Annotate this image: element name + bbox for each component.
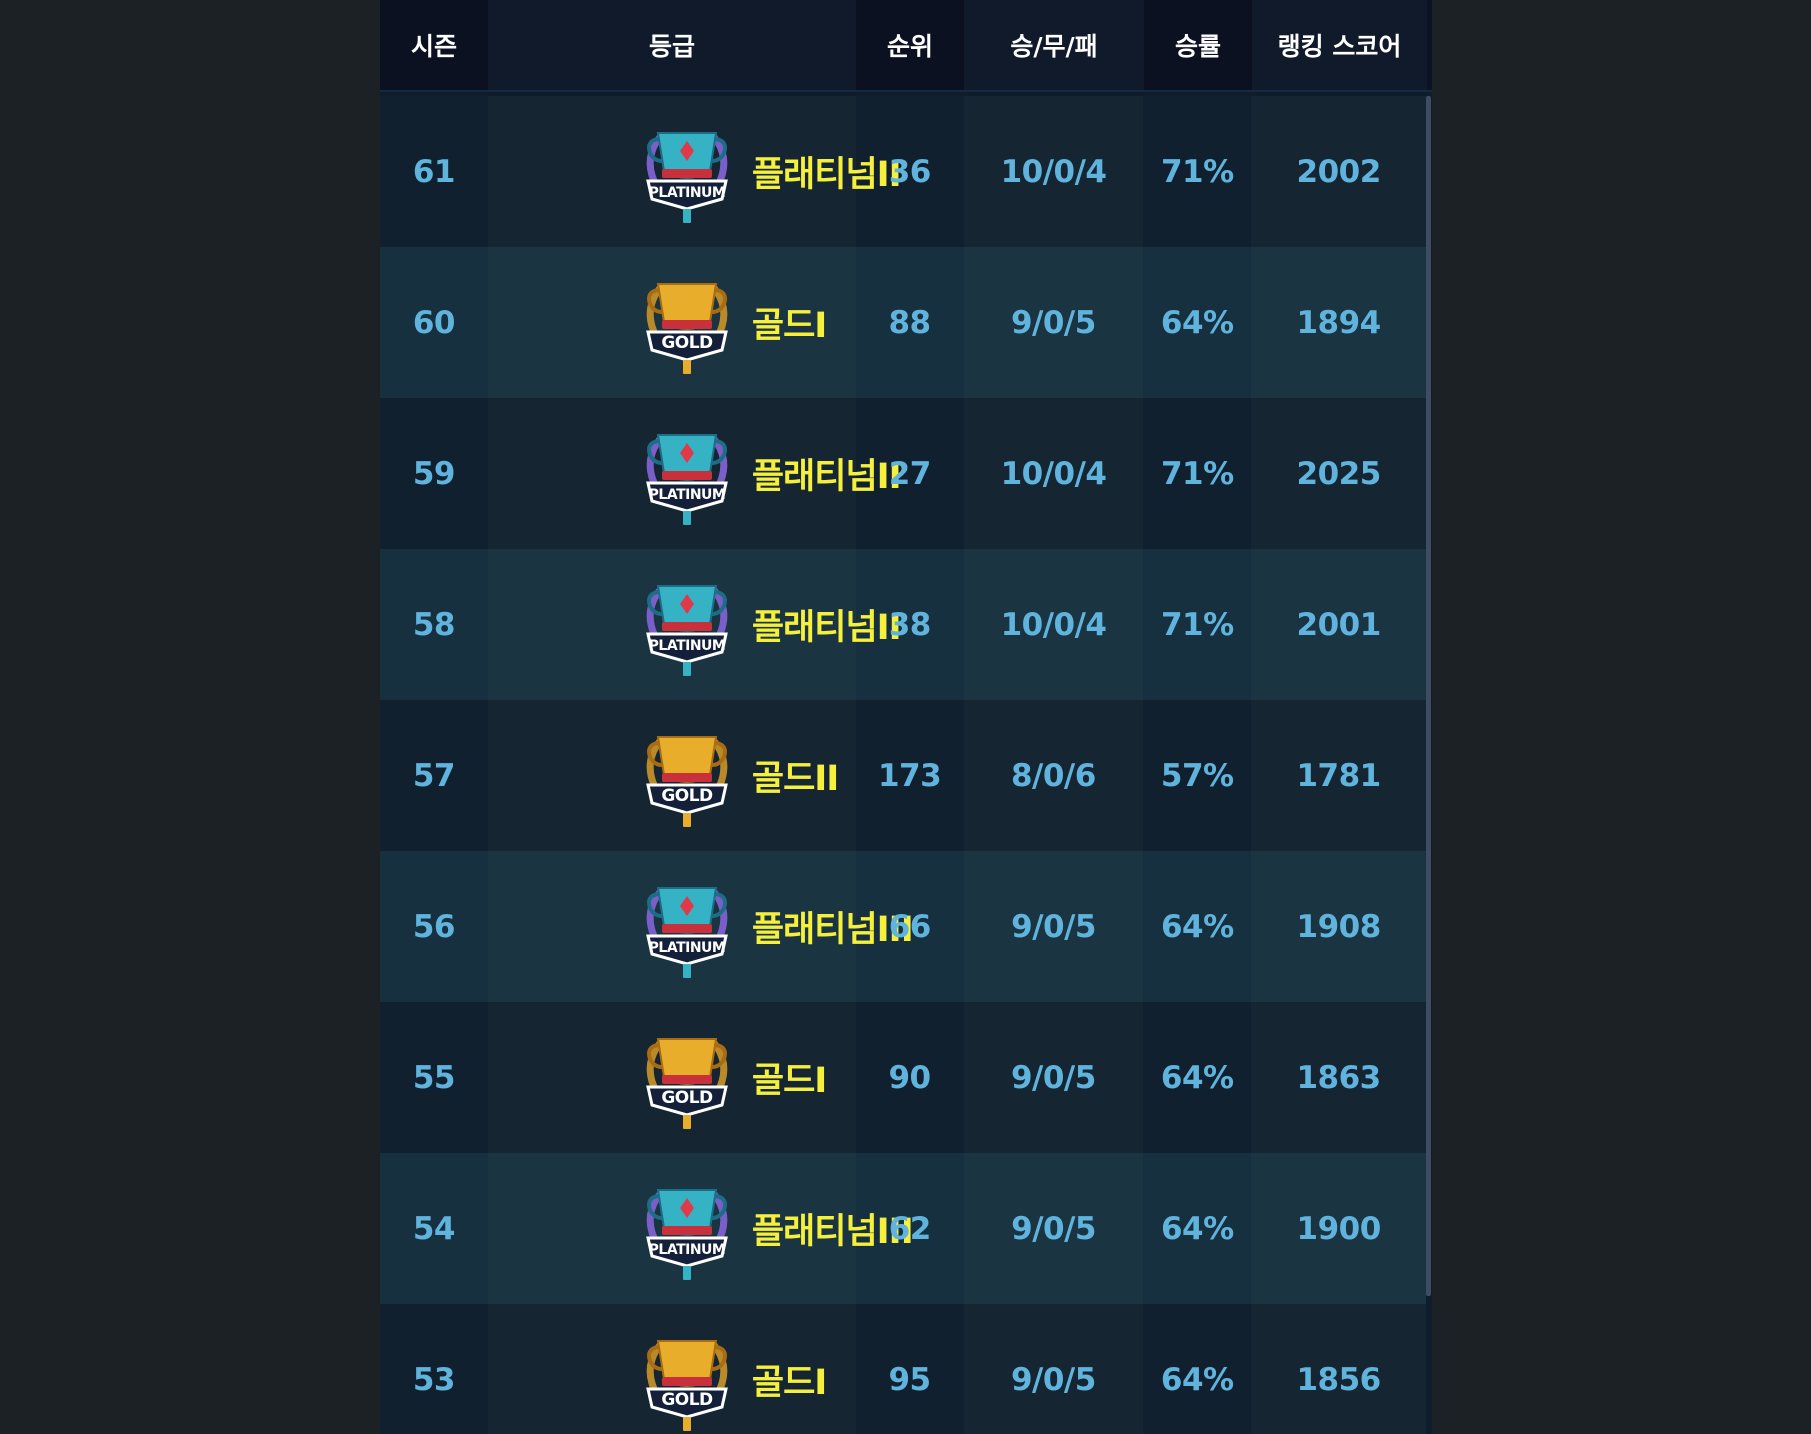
gold-emblem-icon: GOLD [646,735,728,827]
record-cell: 9/0/5 [964,1304,1144,1434]
table-row: 58 PLATINUM 플래티넘II 38 10/0/4 71% 2001 [380,549,1426,700]
rank-cell: 66 [888,908,932,945]
svg-text:GOLD: GOLD [661,1390,713,1410]
platinum-emblem-icon: PLATINUM [645,584,728,676]
win-rate-cell: 64% [1160,1361,1234,1398]
rank-cell: 90 [888,1059,931,1096]
win-rate-cell: 57% [1160,757,1234,794]
grade-cell: PLATINUM 플래티넘II [488,398,902,549]
svg-text:PLATINUM: PLATINUM [648,1242,725,1258]
table-row: 54 PLATINUM 플래티넘III 62 9/0/5 64% 1900 [380,1153,1426,1304]
table-row: 56 PLATINUM 플래티넘III 66 9/0/5 64% 1908 [380,851,1426,1002]
header-rank: 순위 [856,0,964,90]
season-cell: 56 [412,908,456,945]
season-cell: 61 [412,153,456,190]
record-cell: 9/0/5 [1011,908,1096,945]
grade-cell: PLATINUM 플래티넘III [488,851,914,1002]
rank-cell: 95 [888,1361,931,1398]
season-history-table: 시즌 등급 순위 승/무/패 승률 랭킹 스코어 61 PLATINUM 플래티… [380,0,1432,1434]
header-win-rate: 승률 [1144,0,1252,90]
record-cell: 9/0/5 [964,1002,1144,1153]
tier-name: 골드I [751,306,827,346]
win-rate-cell: 64% [1160,908,1234,945]
win-rate-cell: 71% [1160,153,1234,190]
svg-text:PLATINUM: PLATINUM [648,940,725,956]
table-row: 61 PLATINUM 플래티넘II 36 10/0/4 71% 2002 [380,96,1426,247]
gold-emblem-icon: GOLD [646,282,728,374]
rank-cell: 173 [877,757,942,794]
grade-cell: GOLD 골드I [488,1002,856,1153]
ranking-score-cell: 2025 [1251,398,1426,549]
grade-cell: PLATINUM 플래티넘III [488,1153,914,1304]
grade-cell: GOLD 골드I [488,247,856,398]
season-cell: 59 [412,455,456,492]
header-ranking-score: 랭킹 스코어 [1252,0,1427,90]
rank-cell: 36 [888,153,932,190]
gold-emblem-icon: GOLD [646,1339,728,1431]
ranking-score-cell: 1908 [1296,908,1382,945]
table-row: 53 GOLD 골드I 95 9/0/5 64% 1856 [380,1304,1426,1434]
platinum-emblem-icon: PLATINUM [645,433,728,525]
season-cell: 57 [412,757,456,794]
record-cell: 9/0/5 [1011,1210,1096,1247]
scrollbar[interactable] [1426,96,1431,1296]
record-cell: 9/0/5 [1010,304,1096,341]
svg-text:PLATINUM: PLATINUM [648,487,725,503]
win-rate-cell: 71% [1160,606,1234,643]
rank-cell: 88 [888,304,931,341]
win-rate-cell: 64% [1160,1210,1234,1247]
grade-cell: PLATINUM 플래티넘II [488,549,902,700]
svg-text:GOLD: GOLD [661,786,713,806]
season-cell: 53 [412,1361,456,1398]
record-cell: 10/0/4 [1000,606,1107,643]
record-cell: 8/0/6 [964,700,1144,851]
ranking-score-cell: 1856 [1251,1304,1426,1434]
header-season: 시즌 [380,0,488,90]
record-cell: 10/0/4 [964,398,1144,549]
platinum-emblem-icon: PLATINUM [645,886,728,978]
table-header: 시즌 등급 순위 승/무/패 승률 랭킹 스코어 [380,0,1432,92]
tier-name: 골드I [751,1061,827,1101]
win-rate-cell: 71% [1160,455,1234,492]
svg-text:GOLD: GOLD [661,333,713,353]
season-cell: 60 [412,304,456,341]
season-cell: 58 [412,606,456,643]
table-row: 55 GOLD 골드I 90 9/0/5 64% 1863 [380,1002,1426,1153]
record-cell: 10/0/4 [964,96,1144,247]
svg-text:GOLD: GOLD [661,1088,713,1108]
ranking-score-cell: 2001 [1296,606,1382,643]
header-record: 승/무/패 [964,0,1144,90]
gold-emblem-icon: GOLD [646,1037,728,1129]
grade-cell: GOLD 골드II [488,700,856,851]
rank-cell: 62 [888,1210,932,1247]
grade-cell: GOLD 골드I [488,1304,856,1434]
season-cell: 54 [412,1210,456,1247]
table-row: 59 PLATINUM 플래티넘II 27 10/0/4 71% 2025 [380,398,1426,549]
table-row: 57 GOLD 골드II 173 8/0/6 57% 1781 [380,700,1426,851]
ranking-score-cell: 1894 [1296,304,1381,341]
ranking-score-cell: 1900 [1296,1210,1382,1247]
ranking-score-cell: 1781 [1251,700,1426,851]
tier-name: 골드I [751,1363,827,1403]
win-rate-cell: 64% [1160,1059,1234,1096]
season-cell: 55 [412,1059,456,1096]
platinum-emblem-icon: PLATINUM [645,1188,728,1280]
svg-text:PLATINUM: PLATINUM [648,185,725,201]
ranking-score-cell: 2002 [1251,96,1426,247]
table-row: 60 GOLD 골드I 88 9/0/5 64% 1894 [380,247,1426,398]
rank-cell: 38 [888,606,932,643]
platinum-emblem-icon: PLATINUM [645,131,728,223]
table-body: 61 PLATINUM 플래티넘II 36 10/0/4 71% 2002 60… [380,96,1426,1434]
win-rate-cell: 64% [1160,304,1234,341]
svg-text:PLATINUM: PLATINUM [648,638,725,654]
grade-cell: PLATINUM 플래티넘II [488,96,902,247]
tier-name: 골드II [751,759,839,799]
header-grade: 등급 [488,0,856,90]
rank-cell: 27 [888,455,932,492]
ranking-score-cell: 1863 [1251,1002,1426,1153]
